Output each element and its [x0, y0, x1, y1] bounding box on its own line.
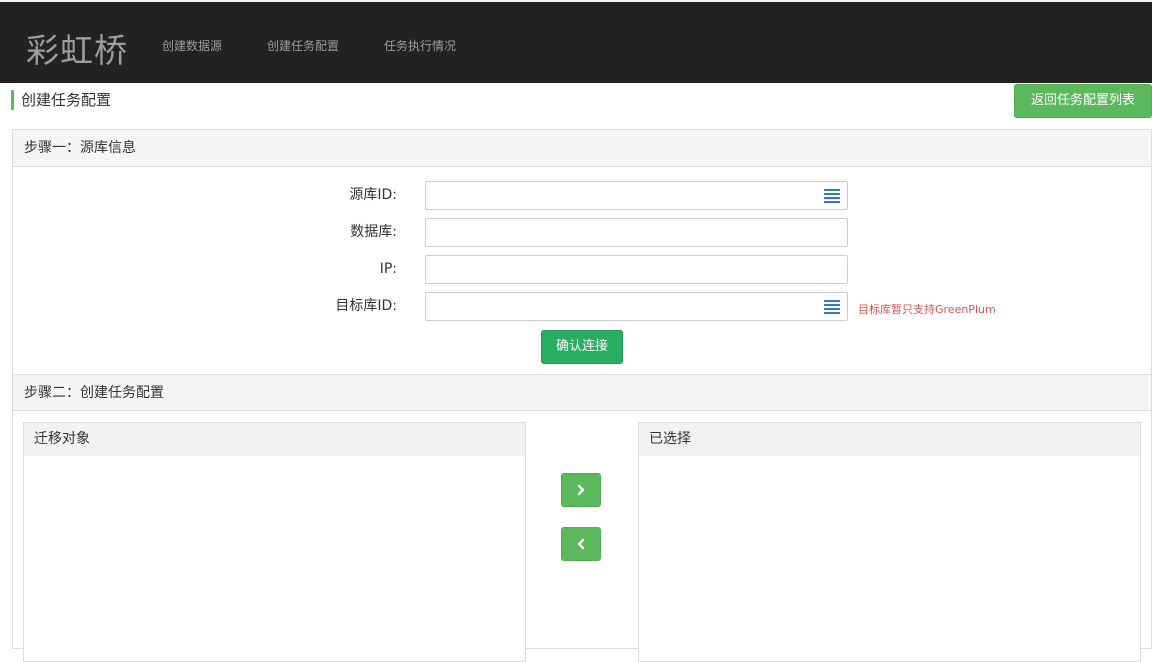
task-config-panel: 步骤一：源库信息 源库ID: 数据库: IP: 目标库ID: 目标库暂只支持Gr…: [12, 129, 1152, 662]
target-db-hint: 目标库暂只支持GreenPlum: [858, 303, 996, 316]
ip-input[interactable]: [425, 255, 848, 284]
database-input[interactable]: [425, 218, 848, 247]
ip-label: IP:: [379, 261, 397, 277]
source-objects-title: 迁移对象: [24, 423, 525, 456]
step1-heading: 步骤一：源库信息: [13, 130, 1151, 167]
chevron-left-icon: [577, 538, 585, 550]
nav-item-task-execution[interactable]: 任务执行情况: [384, 37, 456, 54]
selected-objects-title: 已选择: [639, 423, 1140, 456]
confirm-connection-button[interactable]: 确认连接: [541, 330, 623, 364]
step2-heading: 步骤二：创建任务配置: [13, 374, 1151, 411]
source-objects-list[interactable]: [24, 456, 525, 661]
top-navbar: 彩虹桥 创建数据源 创建任务配置 任务执行情况: [0, 0, 1152, 83]
target-db-list-icon[interactable]: [824, 300, 840, 314]
selected-objects-box: 已选择: [638, 422, 1141, 662]
source-objects-box: 迁移对象: [23, 422, 526, 662]
move-left-button[interactable]: [561, 527, 601, 561]
target-db-id-label: 目标库ID:: [335, 298, 397, 314]
nav-item-create-datasource[interactable]: 创建数据源: [162, 37, 222, 54]
move-right-button[interactable]: [561, 473, 601, 507]
back-to-task-list-button[interactable]: 返回任务配置列表: [1014, 84, 1152, 118]
chevron-right-icon: [577, 484, 585, 496]
nav-item-create-task-config[interactable]: 创建任务配置: [267, 37, 339, 54]
page-title: 创建任务配置: [11, 90, 111, 110]
source-db-id-label: 源库ID:: [349, 187, 397, 203]
selected-objects-list[interactable]: [639, 456, 1140, 661]
database-label: 数据库:: [350, 224, 397, 240]
source-db-id-input[interactable]: [425, 181, 848, 210]
target-db-id-input[interactable]: [425, 292, 848, 321]
source-db-list-icon[interactable]: [824, 189, 840, 203]
brand-logo[interactable]: 彩虹桥: [26, 24, 128, 72]
